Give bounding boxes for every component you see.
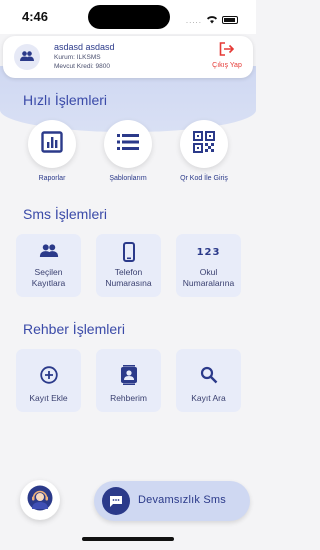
my-contacts-tile[interactable]: Rehberim [96,349,161,412]
battery-icon [222,16,238,24]
numbers-icon: 123 [196,247,221,258]
add-circle-icon [39,366,58,389]
qr-login-label: Qr Kod İle Giriş [180,175,228,182]
qr-code-icon [193,130,215,158]
sms-selected-records-tile[interactable]: Seçilen Kayıtlara [16,234,81,297]
search-record-tile[interactable]: Kayıt Ara [176,349,241,412]
search-record-label: Kayıt Ara [191,393,226,403]
user-credit: Mevcut Kredi: 9800 [54,63,111,70]
user-name: asdasd asdasd [54,42,115,52]
reports-label: Raporlar [38,175,66,182]
label-line-2: Kayıtlara [31,278,66,288]
sms-section-title: Sms İşlemleri [23,206,108,222]
report-chart-icon [41,130,63,158]
people-icon [39,244,59,262]
sms-school-numbers-label: Okul Numaralarına [176,267,241,289]
templates-label: Şablonlarım [109,175,147,182]
add-record-label: Kayıt Ekle [29,393,68,403]
contact-book-icon [120,365,138,390]
camera-notch [88,5,170,29]
support-agent-icon [27,485,53,516]
label-line-1: Seçilen [34,267,63,277]
absence-sms-button[interactable]: Devamsızlık Sms [94,481,250,521]
label-line-2: Numarasına [105,278,152,288]
status-bar: 4:46 ..... [0,0,256,34]
reports-button[interactable] [28,120,76,168]
sms-selected-records-label: Seçilen Kayıtlara [16,267,81,289]
support-button[interactable] [20,480,60,520]
logout-icon [219,42,235,60]
list-icon [117,133,139,155]
wifi-icon [206,11,218,29]
label-line-1: Okul [199,267,218,277]
people-icon [20,48,34,66]
templates-button[interactable] [104,120,152,168]
absence-sms-label: Devamsızlık Sms [138,494,226,506]
qr-login-button[interactable] [180,120,228,168]
add-record-tile[interactable]: Kayıt Ekle [16,349,81,412]
logout-button[interactable]: Çıkış Yap [209,42,245,69]
contacts-section-title: Rehber İşlemleri [23,321,125,337]
sms-phone-number-tile[interactable]: Telefon Numarasına [96,234,161,297]
status-time: 4:46 [22,9,49,24]
app-screen: 4:46 ..... asdasd asdasd Kurum: ILKSMS M… [0,0,256,550]
logout-label: Çıkış Yap [212,62,242,69]
user-avatar [14,44,40,70]
chat-bubble-icon [102,487,130,515]
home-indicator[interactable] [82,537,174,541]
search-icon [200,366,218,389]
phone-icon [122,242,135,267]
sms-phone-number-label: Telefon Numarasına [96,267,161,289]
status-icons: ..... [186,11,238,29]
user-card: asdasd asdasd Kurum: ILKSMS Mevcut Kredi… [3,36,253,78]
user-institution: Kurum: ILKSMS [54,54,101,61]
sms-school-numbers-tile[interactable]: 123 Okul Numaralarına [176,234,241,297]
label-line-2: Numaralarına [182,278,235,288]
signal-dots-icon: ..... [185,15,202,25]
label-line-1: Telefon [114,267,143,277]
quick-actions-title: Hızlı İşlemleri [23,92,108,108]
my-contacts-label: Rehberim [110,393,147,403]
